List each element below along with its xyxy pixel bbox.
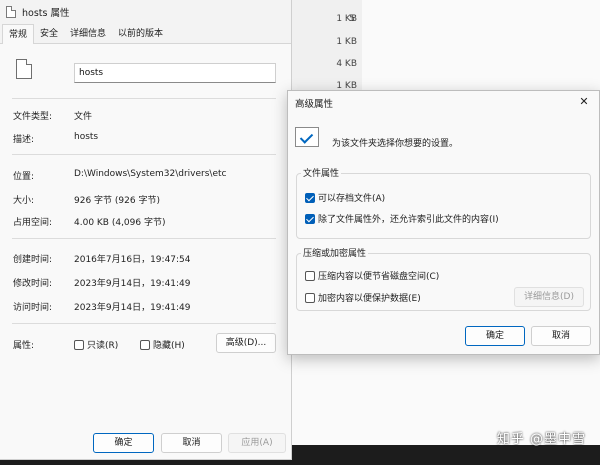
close-icon[interactable]: ✕ bbox=[577, 95, 591, 109]
accessed-value: 2023年9月14日，19:41:49 bbox=[74, 303, 191, 313]
description-value: hosts bbox=[74, 132, 99, 142]
hidden-checkbox-label: 隐藏(H) bbox=[153, 341, 185, 351]
compress-checkbox-label: 压缩内容以便节省磁盘空间(C) bbox=[318, 272, 440, 282]
archive-checkbox[interactable]: 可以存档文件(A) bbox=[305, 191, 385, 204]
properties-window: hosts 属性 常规 安全 详细信息 以前的版本 文件类型: 文件 描述: h… bbox=[0, 0, 292, 460]
modified-value: 2023年9月14日，19:41:49 bbox=[74, 279, 191, 289]
divider bbox=[12, 154, 276, 155]
dialog-ok-button[interactable]: 确定 bbox=[465, 326, 525, 346]
encrypt-checkbox-label: 加密内容以便保护数据(E) bbox=[318, 294, 421, 304]
archive-checkbox-box[interactable] bbox=[305, 193, 315, 203]
index-checkbox-box[interactable] bbox=[305, 214, 315, 224]
tab-details[interactable]: 详细信息 bbox=[64, 26, 112, 43]
file-icon bbox=[6, 6, 16, 18]
checkmark-icon bbox=[295, 127, 319, 147]
file-attributes-group bbox=[296, 173, 591, 239]
tab-security[interactable]: 安全 bbox=[34, 26, 64, 43]
index-checkbox-label: 除了文件属性外，还允许索引此文件的内容(I) bbox=[318, 215, 499, 225]
general-panel: 文件类型: 文件 描述: hosts 位置: D:\Windows\System… bbox=[0, 44, 292, 424]
hidden-checkbox[interactable]: 隐藏(H) bbox=[140, 338, 185, 351]
document-icon bbox=[16, 59, 32, 79]
dialog-cancel-button[interactable]: 取消 bbox=[531, 326, 591, 346]
hidden-checkbox-box[interactable] bbox=[140, 340, 150, 350]
compress-checkbox[interactable]: 压缩内容以便节省磁盘空间(C) bbox=[305, 269, 439, 282]
location-value: D:\Windows\System32\drivers\etc bbox=[74, 169, 227, 179]
advanced-attributes-dialog: 高级属性 ✕ 为该文件夹选择你想要的设置。 文件属性 可以存档文件(A) 除了文… bbox=[287, 90, 600, 355]
window-title: hosts 属性 bbox=[22, 8, 70, 19]
file-attributes-title: 文件属性 bbox=[301, 166, 342, 179]
modified-label: 修改时间: bbox=[13, 279, 53, 289]
description-label: 描述: bbox=[13, 135, 35, 145]
divider bbox=[12, 238, 276, 239]
divider bbox=[12, 323, 276, 324]
details-button[interactable]: 详细信息(D) bbox=[514, 287, 584, 307]
disk-size-label: 占用空间: bbox=[13, 218, 53, 228]
location-label: 位置: bbox=[13, 172, 35, 182]
index-checkbox[interactable]: 除了文件属性外，还允许索引此文件的内容(I) bbox=[305, 212, 499, 225]
created-label: 创建时间: bbox=[13, 255, 53, 265]
disk-size-value: 4.00 KB (4,096 字节) bbox=[74, 218, 166, 228]
readonly-checkbox-box[interactable] bbox=[74, 340, 84, 350]
tab-previous-versions[interactable]: 以前的版本 bbox=[112, 26, 169, 43]
readonly-checkbox-label: 只读(R) bbox=[87, 341, 119, 351]
size-label: 大小: bbox=[13, 196, 35, 206]
encrypt-checkbox[interactable]: 加密内容以便保护数据(E) bbox=[305, 291, 421, 304]
encrypt-checkbox-box[interactable] bbox=[305, 293, 315, 303]
archive-checkbox-label: 可以存档文件(A) bbox=[318, 194, 386, 204]
advanced-button[interactable]: 高级(D)... bbox=[216, 333, 276, 353]
divider bbox=[12, 98, 276, 99]
cancel-button[interactable]: 取消 bbox=[161, 433, 222, 453]
dialog-description: 为该文件夹选择你想要的设置。 bbox=[332, 139, 459, 149]
readonly-checkbox[interactable]: 只读(R) bbox=[74, 338, 118, 351]
compress-checkbox-box[interactable] bbox=[305, 271, 315, 281]
apply-button[interactable]: 应用(A) bbox=[228, 433, 286, 453]
explorer-size-cell: 1 KB bbox=[336, 14, 357, 24]
tab-strip: 常规 安全 详细信息 以前的版本 bbox=[0, 24, 291, 44]
size-value: 926 字节 (926 字节) bbox=[74, 196, 160, 206]
dialog-title: 高级属性 bbox=[295, 99, 334, 110]
file-type-value: 文件 bbox=[74, 112, 93, 122]
watermark: 知乎 @墨中雪 bbox=[496, 432, 586, 447]
explorer-size-cell: 4 KB bbox=[336, 59, 357, 69]
file-type-label: 文件类型: bbox=[13, 112, 53, 122]
explorer-size-cell: 1 KB bbox=[336, 37, 357, 47]
ok-button[interactable]: 确定 bbox=[93, 433, 154, 453]
accessed-label: 访问时间: bbox=[13, 303, 53, 313]
filename-input[interactable] bbox=[74, 63, 276, 83]
title-bar: hosts 属性 bbox=[0, 0, 291, 24]
tab-general[interactable]: 常规 bbox=[2, 24, 35, 44]
created-value: 2016年7月16日，19:47:54 bbox=[74, 255, 191, 265]
compress-encrypt-title: 压缩或加密属性 bbox=[301, 246, 369, 259]
attributes-label: 属性: bbox=[13, 341, 35, 351]
